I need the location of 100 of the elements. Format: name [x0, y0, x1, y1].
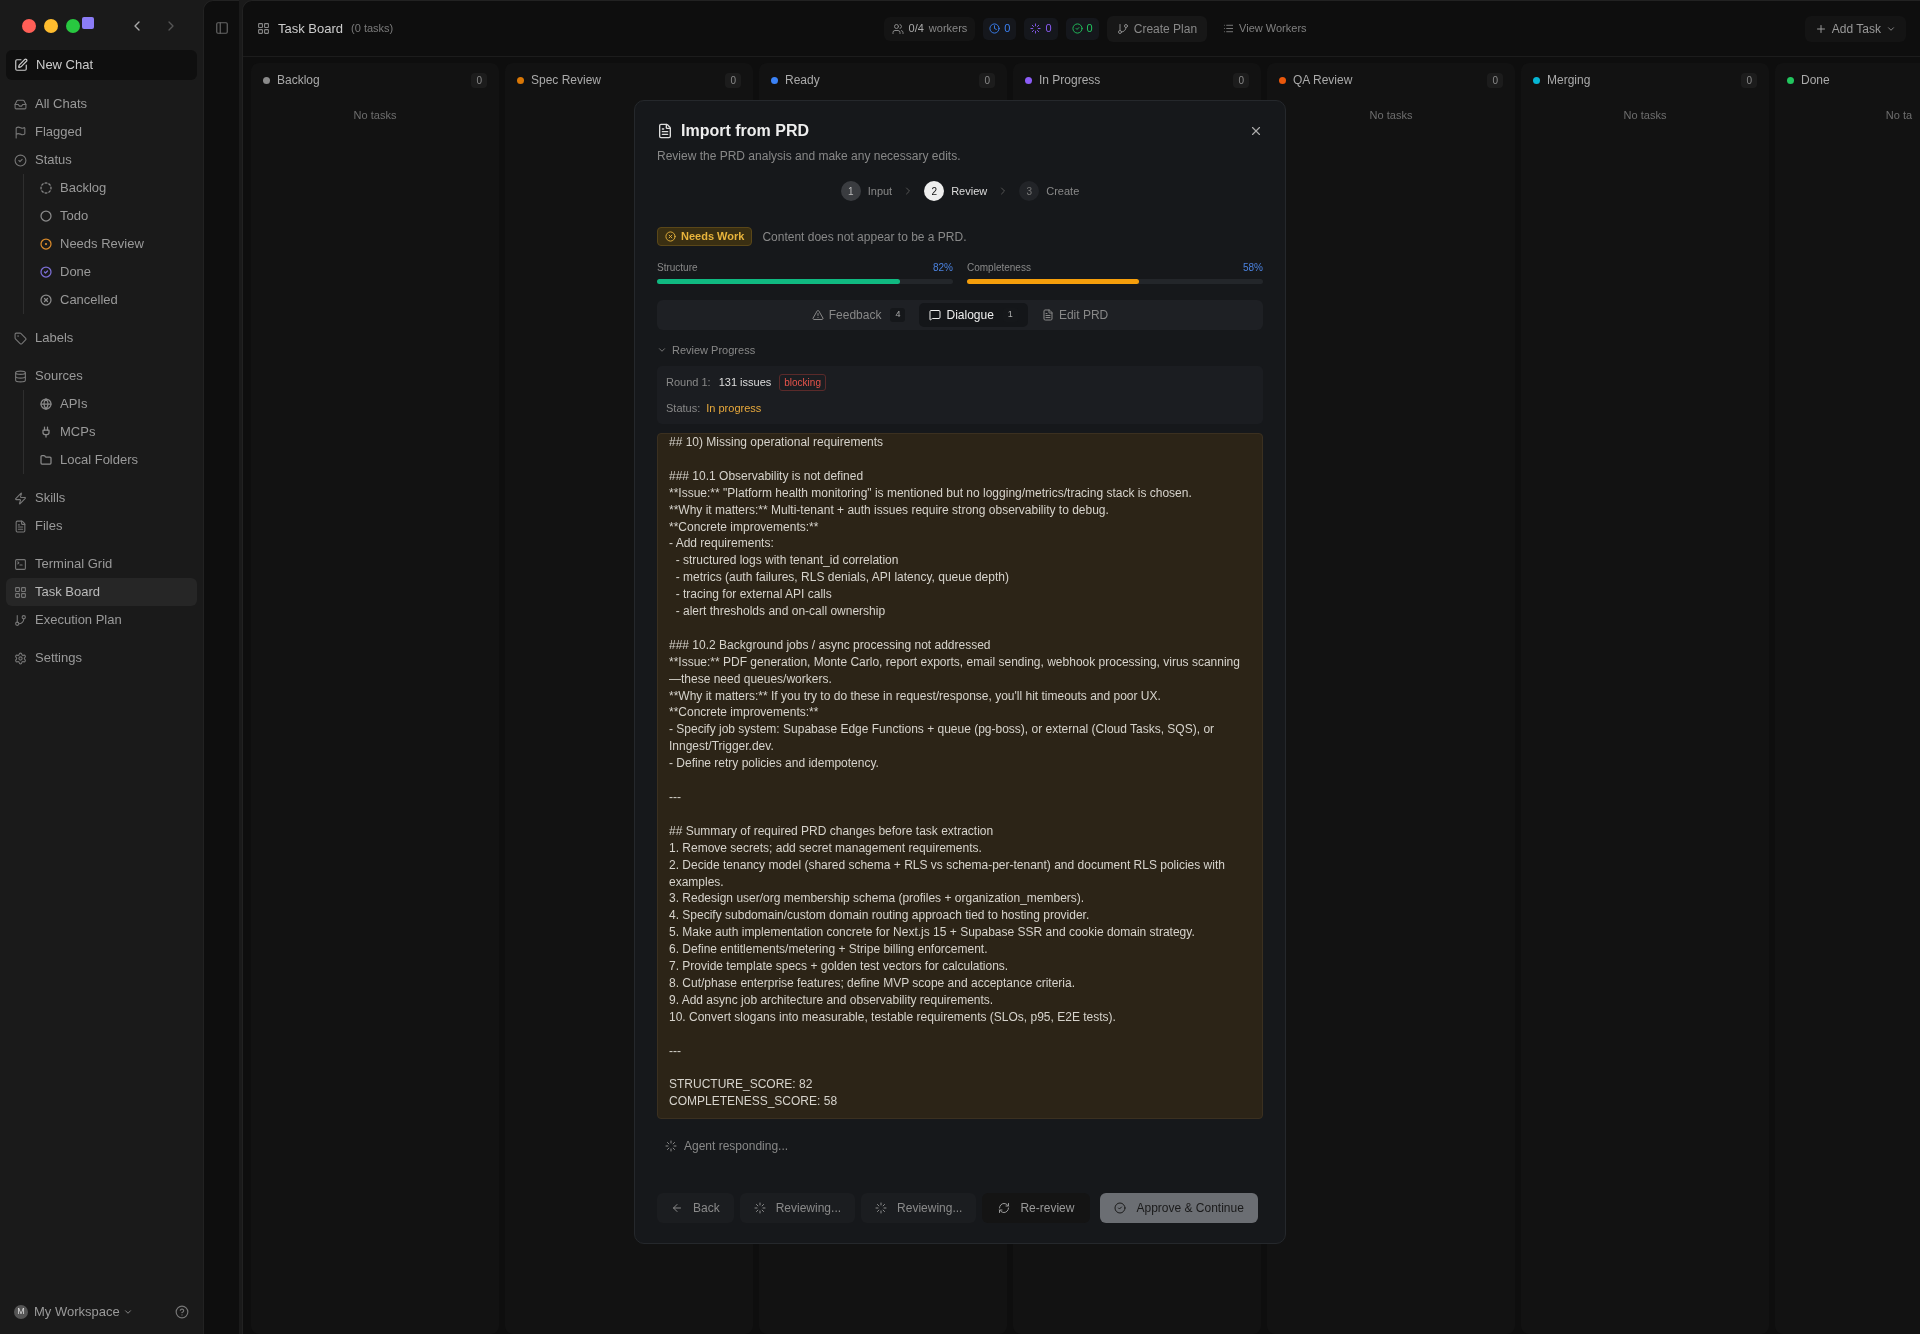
maximize-window-button[interactable] [66, 19, 80, 33]
branch-icon [1116, 22, 1129, 35]
score-label: Completeness [967, 261, 1031, 275]
folder-icon [40, 454, 52, 466]
grid-icon [257, 22, 270, 35]
back-button[interactable]: Back [657, 1193, 734, 1224]
spinner-icon [1030, 23, 1042, 34]
dialog-subtitle: Review the PRD analysis and make any necessary edits. [657, 148, 962, 165]
column-count: 0 [1741, 72, 1757, 88]
sidebar-item[interactable]: Skills [6, 484, 197, 512]
empty-column-text: No tasks [1622, 108, 1668, 123]
board-title: Task Board [278, 19, 344, 38]
message-line: **Concrete improvements:** [669, 518, 820, 536]
circle-icon [40, 210, 52, 222]
sidebar-item[interactable]: Execution Plan [6, 606, 197, 634]
add-task-button[interactable]: Add Task [1804, 15, 1906, 42]
message-line: --- [669, 1042, 682, 1060]
sidebar-item[interactable]: Done [32, 258, 197, 286]
sidebar-item[interactable]: Local Folders [32, 446, 197, 474]
status-counter: 0 [1065, 17, 1099, 40]
sidebar-item[interactable]: Settings [6, 644, 197, 672]
gear-icon [14, 651, 27, 665]
re-review-button[interactable]: Re-review [982, 1193, 1091, 1224]
wizard-step: 3 Create [1019, 181, 1080, 201]
sidebar-item[interactable]: Backlog [32, 174, 197, 202]
sidebar-item[interactable]: Status [6, 146, 197, 174]
new-chat-button[interactable]: New Chat [6, 50, 197, 80]
sidebar-item[interactable]: Files [6, 512, 197, 540]
message-line: - metrics (auth failures, RLS denials, API latency, queue depth) [674, 569, 1010, 587]
status-counter: 0 [1024, 17, 1058, 40]
message-line: 5. Make auth implementation concrete for Next.js 15 + Supabase SSR and cookie domain strategy. [669, 924, 1196, 942]
wizard-step: 1 Input [840, 181, 893, 201]
message-line: 10. Convert slogans into measurable, testable requirements (SLOs, p95, E2E tests). [669, 1008, 1117, 1026]
approve-button[interactable]: Approve & Continue [1100, 1193, 1258, 1224]
reviewing-button[interactable]: Reviewing... [861, 1193, 977, 1224]
message-line: - structured logs with tenant_id correlation [674, 552, 900, 570]
message-line: ## 10) Missing operational requirements [669, 434, 885, 451]
review-progress-toggle[interactable]: Review Progress [657, 342, 1263, 359]
column-title: Spec Review [531, 72, 602, 89]
round-label: Round 1: [666, 374, 711, 390]
plus-icon [1814, 22, 1827, 35]
tab[interactable]: Edit PRD [1031, 303, 1119, 327]
dialog-title: Import from PRD [681, 121, 809, 141]
sidebar-item[interactable]: Task Board [6, 578, 197, 606]
sidebar-item[interactable]: Todo [32, 202, 197, 230]
message-line: ## Summary of required PRD changes before task extraction [669, 822, 995, 840]
view-workers-button[interactable]: View Workers [1215, 15, 1315, 42]
workers-indicator: 0/4 workers [883, 16, 976, 41]
close-window-button[interactable] [22, 19, 36, 33]
message-line: 2. Decide tenancy model (shared schema + RLS vs schema-per-tenant) and document RLS policies with examples. [669, 856, 1226, 891]
column-count: 0 [979, 72, 995, 88]
column-count: 0 [725, 72, 741, 88]
arrow-left-icon [671, 1202, 683, 1215]
dotted-circle-icon [40, 238, 52, 250]
status-value: In progress [706, 400, 762, 416]
message-line: 1. Remove secrets; add secret management requirements. [669, 839, 983, 857]
minimize-window-button[interactable] [44, 19, 58, 33]
spinner-icon [753, 1202, 766, 1215]
workspace-switcher[interactable]: My Workspace [34, 1302, 133, 1322]
sidebar-toggle-icon[interactable] [214, 21, 229, 35]
verdict-message: Content does not appear to be a PRD. [762, 228, 967, 246]
column-title: Done [1801, 72, 1830, 89]
sidebar-item[interactable]: Terminal Grid [6, 550, 197, 578]
message-line: - Define retry policies and idempotency. [669, 755, 880, 773]
score-label: Structure [657, 261, 698, 275]
tag-icon [14, 331, 27, 345]
check-circle-icon [1071, 23, 1083, 34]
column-title: Backlog [277, 72, 320, 89]
sidebar-item[interactable]: APIs [32, 390, 197, 418]
inbox-icon [14, 97, 27, 111]
column-title: Merging [1547, 72, 1591, 89]
x-circle-icon [40, 294, 52, 306]
close-icon[interactable] [1249, 124, 1263, 138]
database-icon [14, 369, 27, 383]
bolt-icon [14, 491, 27, 505]
sidebar-item[interactable]: MCPs [32, 418, 197, 446]
sidebar-item[interactable]: Cancelled [32, 286, 197, 314]
tab[interactable]: Feedback 4 [801, 303, 916, 327]
terminal-icon [14, 557, 27, 571]
sidebar-item[interactable]: Labels [6, 324, 197, 352]
needs-work-badge: Needs Work [657, 227, 753, 246]
sidebar-item[interactable]: Flagged [6, 118, 197, 146]
warning-icon [811, 309, 824, 321]
sidebar-item[interactable]: All Chats [6, 90, 197, 118]
file-icon [14, 519, 27, 533]
chevron-down-icon [122, 1307, 133, 1317]
reviewing-button[interactable]: Reviewing... [739, 1193, 856, 1224]
column-count: 0 [1233, 72, 1249, 88]
sidebar-item[interactable]: Sources [6, 362, 197, 390]
message-line: 6. Define entitlements/metering + Stripe billing enforcement. [669, 941, 989, 959]
spinner-icon [875, 1202, 888, 1215]
sidebar-item[interactable]: Needs Review [32, 230, 197, 258]
dashed-circle-icon [40, 182, 52, 194]
column-count: 0 [1487, 72, 1503, 88]
help-icon[interactable] [175, 1305, 189, 1319]
create-plan-button[interactable]: Create Plan [1106, 15, 1208, 42]
tab[interactable]: Dialogue 1 [919, 303, 1028, 327]
message-line: 9. Add async job architecture and observability requirements. [669, 991, 995, 1009]
flag-icon [14, 125, 27, 139]
refresh-icon [998, 1202, 1011, 1215]
